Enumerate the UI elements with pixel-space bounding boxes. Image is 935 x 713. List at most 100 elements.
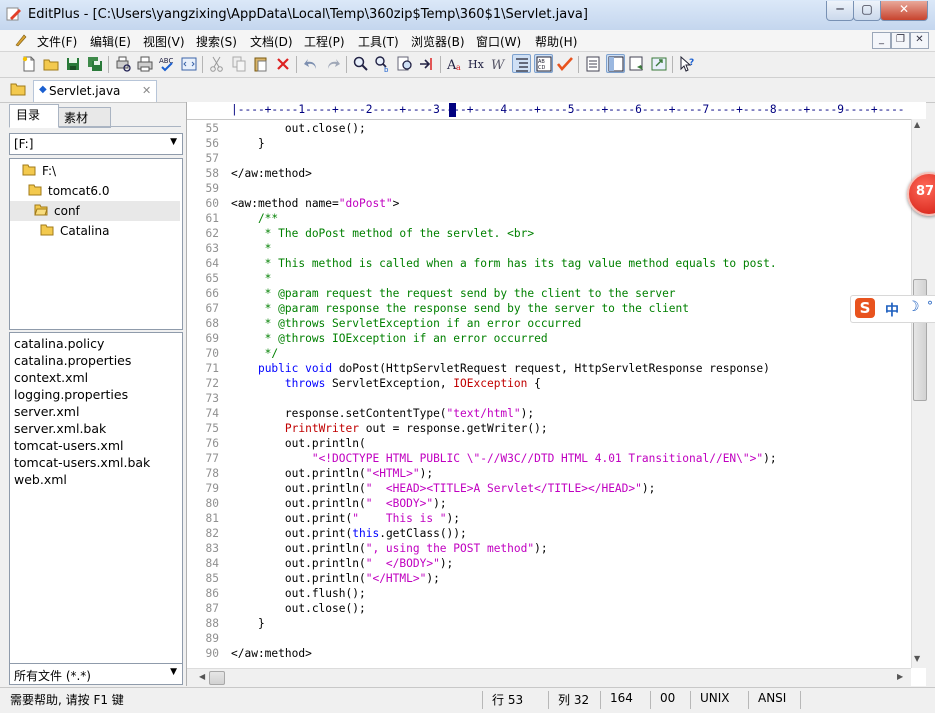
code-line[interactable]: 65 *	[187, 271, 911, 286]
replace-icon[interactable]: b	[374, 55, 392, 73]
code-line[interactable]: 72 throws ServletException, IOException …	[187, 376, 911, 391]
file-item[interactable]: catalina.policy	[14, 336, 104, 351]
code-line[interactable]: 64 * This method is called when a form h…	[187, 256, 911, 271]
window-maximize-button[interactable]: ▢	[853, 1, 881, 21]
find-icon[interactable]	[352, 55, 370, 73]
document-restore-button[interactable]: ❐	[891, 32, 910, 49]
tree-item-drive[interactable]: F:\	[10, 161, 180, 181]
goto-line-icon[interactable]	[418, 55, 436, 73]
moon-icon[interactable]: ☽	[907, 299, 920, 315]
code-line[interactable]: 80 out.println(" <BODY>");	[187, 496, 911, 511]
menu-edit[interactable]: 编辑(E)	[90, 33, 131, 50]
code-line[interactable]: 78 out.println("<HTML>");	[187, 466, 911, 481]
tree-item-conf[interactable]: conf	[10, 201, 180, 221]
tree-item-catalina[interactable]: Catalina	[10, 221, 180, 241]
file-item[interactable]: tomcat-users.xml.bak	[14, 455, 150, 470]
undo-icon[interactable]	[302, 55, 320, 73]
new-file-icon[interactable]	[20, 55, 38, 73]
tab-close-icon[interactable]: ✕	[142, 84, 151, 97]
document-close-button[interactable]: ✕	[910, 32, 929, 49]
code-line[interactable]: 62 * The doPost method of the servlet. <…	[187, 226, 911, 241]
scroll-up-icon[interactable]: ▲	[914, 120, 920, 129]
file-filter-select[interactable]: 所有文件 (*.*) ▼	[9, 663, 183, 685]
code-line[interactable]: 60 <aw:method name="doPost">	[187, 196, 911, 211]
delete-icon[interactable]	[274, 55, 292, 73]
horizontal-scroll-thumb[interactable]	[209, 671, 225, 685]
code-line[interactable]: 86 out.flush();	[187, 586, 911, 601]
file-item[interactable]: server.xml.bak	[14, 421, 106, 436]
folder-icon[interactable]	[10, 82, 26, 96]
horizontal-scrollbar[interactable]: ◀ ▶	[187, 668, 911, 687]
code-line[interactable]: 58 </aw:method>	[187, 166, 911, 181]
code-line[interactable]: 69 * @throws IOException if an error occ…	[187, 331, 911, 346]
file-item[interactable]: context.xml	[14, 370, 88, 385]
code-line[interactable]: 57	[187, 151, 911, 166]
font-icon[interactable]: Aa	[446, 55, 464, 73]
punctuation-icon[interactable]: °	[927, 299, 933, 313]
menu-project[interactable]: 工程(P)	[304, 33, 345, 50]
menu-search[interactable]: 搜索(S)	[196, 33, 237, 50]
code-line[interactable]: 76 out.println(	[187, 436, 911, 451]
tab-material[interactable]: 素材	[57, 107, 111, 128]
browser-preview-icon[interactable]	[180, 55, 198, 73]
code-line[interactable]: 90 </aw:method>	[187, 646, 911, 661]
print-icon[interactable]	[136, 55, 154, 73]
drive-select[interactable]: [F:] ▼	[9, 133, 183, 155]
cut-icon[interactable]	[208, 55, 226, 73]
save-all-icon[interactable]	[86, 55, 104, 73]
code-line[interactable]: 63 *	[187, 241, 911, 256]
heading-icon[interactable]: Hx	[468, 55, 486, 73]
code-line[interactable]: 67 * @param response the response send b…	[187, 301, 911, 316]
sogou-logo-icon[interactable]: S	[855, 298, 875, 318]
context-help-icon[interactable]: ?	[678, 55, 696, 73]
menu-file[interactable]: 文件(F)	[37, 33, 77, 50]
ime-toolbar[interactable]: S 中 ☽ °	[850, 295, 935, 323]
menu-help[interactable]: 帮助(H)	[535, 33, 577, 50]
scroll-left-icon[interactable]: ◀	[199, 672, 205, 681]
word-wrap-icon[interactable]: W	[490, 55, 508, 73]
code-line[interactable]: 70 */	[187, 346, 911, 361]
document-minimize-button[interactable]: _	[872, 32, 891, 49]
menu-window[interactable]: 窗口(W)	[476, 33, 521, 50]
print-preview-icon[interactable]	[114, 55, 132, 73]
menu-tools[interactable]: 工具(T)	[358, 33, 399, 50]
code-line[interactable]: 74 response.setContentType("text/html");	[187, 406, 911, 421]
code-line[interactable]: 81 out.print(" This is ");	[187, 511, 911, 526]
window-minimize-button[interactable]: ─	[826, 1, 854, 21]
open-folder-icon[interactable]	[42, 55, 60, 73]
spell-check-icon[interactable]: ABC	[158, 55, 176, 73]
scroll-down-icon[interactable]: ▼	[914, 654, 920, 663]
file-item[interactable]: web.xml	[14, 472, 67, 487]
code-line[interactable]: 56 }	[187, 136, 911, 151]
code-area[interactable]: 55 out.close(); 56 } 57 58 </aw:method> 59 60 <…	[187, 121, 911, 668]
code-line[interactable]: 68 * @throws ServletException if an erro…	[187, 316, 911, 331]
output-window-icon[interactable]	[628, 55, 646, 73]
file-item[interactable]: server.xml	[14, 404, 79, 419]
tab-servlet-java[interactable]: ◆ Servlet.java ✕	[33, 80, 157, 102]
code-line[interactable]: 73	[187, 391, 911, 406]
scroll-right-icon[interactable]: ▶	[897, 672, 903, 681]
code-line[interactable]: 84 out.println(" </BODY>");	[187, 556, 911, 571]
code-line[interactable]: 59	[187, 181, 911, 196]
check-icon[interactable]	[556, 55, 574, 73]
file-item[interactable]: tomcat-users.xml	[14, 438, 123, 453]
column-select-icon[interactable]: AB CD	[534, 54, 553, 73]
fullscreen-icon[interactable]	[650, 55, 668, 73]
code-line[interactable]: 61 /**	[187, 211, 911, 226]
file-item[interactable]: catalina.properties	[14, 353, 131, 368]
code-line[interactable]: 71 public void doPost(HttpServletRequest…	[187, 361, 911, 376]
find-in-files-icon[interactable]	[396, 55, 414, 73]
code-line[interactable]: 87 out.close();	[187, 601, 911, 616]
file-item[interactable]: logging.properties	[14, 387, 128, 402]
menu-document[interactable]: 文档(D)	[250, 33, 293, 50]
tab-directory[interactable]: 目录	[9, 104, 59, 128]
indent-guide-icon[interactable]	[512, 54, 531, 73]
document-list-icon[interactable]	[584, 55, 602, 73]
directory-panel-icon[interactable]	[606, 54, 625, 73]
save-icon[interactable]	[64, 55, 82, 73]
menu-browser[interactable]: 浏览器(B)	[411, 33, 465, 50]
copy-icon[interactable]	[230, 55, 248, 73]
code-line[interactable]: 89	[187, 631, 911, 646]
tree-item-tomcat[interactable]: tomcat6.0	[10, 181, 180, 201]
code-line[interactable]: 55 out.close();	[187, 121, 911, 136]
